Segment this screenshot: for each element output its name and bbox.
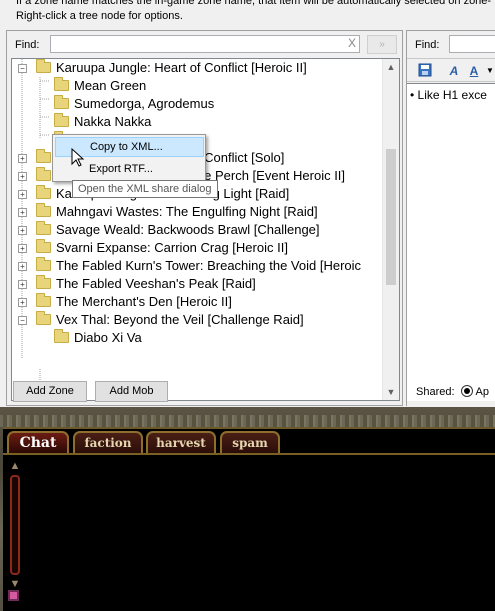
folder-icon: [36, 149, 51, 163]
notes-text: • Like H1 exce: [410, 88, 487, 102]
folder-icon: [54, 113, 69, 127]
expand-icon[interactable]: +: [18, 154, 27, 163]
tree-node[interactable]: − Vex Thal: Beyond the Veil [Challenge Ra…: [12, 311, 384, 329]
instructions-panel: If a zone name matches the in-game zone …: [0, 0, 495, 28]
shared-option-label: Ap: [475, 386, 489, 398]
tab-harvest[interactable]: harvest: [146, 431, 216, 453]
tree-node-label: Karuupa Jungle: Heart of Conflict [Heroi…: [56, 60, 307, 75]
chat-scroll-down-icon[interactable]: ▼: [8, 577, 22, 591]
tab-spam[interactable]: spam: [220, 431, 280, 453]
collapse-icon[interactable]: −: [18, 316, 27, 325]
shared-row: Shared: Ap: [416, 385, 489, 398]
scroll-thumb[interactable]: [386, 149, 396, 285]
notes-panel: Find: A A ▼ • Like H1 exce Shared: Ap: [406, 30, 495, 406]
tree-node[interactable]: + The Fabled Veeshan's Peak [Raid]: [12, 275, 384, 293]
tree-node[interactable]: + Mahngavi Wastes: The Engulfing Night [R…: [12, 203, 384, 221]
folder-icon: [54, 329, 69, 343]
folder-icon: [36, 185, 51, 199]
instructions-line-2: Right-click a tree node for options.: [16, 10, 183, 22]
tree-node[interactable]: Diabo Xi Va: [12, 329, 384, 347]
expand-icon[interactable]: +: [18, 262, 27, 271]
save-icon[interactable]: [417, 63, 433, 79]
tree-node-label: The Merchant's Den [Heroic II]: [56, 294, 232, 309]
collapse-icon[interactable]: −: [18, 64, 27, 73]
zone-tree-panel: Find: X » − Karuupa Jungle: Heart of Conf…: [6, 30, 403, 406]
folder-icon: [36, 311, 51, 325]
tree-node[interactable]: Nakka Nakka: [12, 113, 384, 131]
tree-node-label: Nakka Nakka: [74, 114, 152, 129]
chat-window: Chat faction harvest spam ▲ ▼: [3, 427, 495, 611]
tooltip: Open the XML share dialog: [72, 180, 218, 198]
expand-icon[interactable]: +: [18, 226, 27, 235]
folder-icon: [36, 59, 51, 73]
italic-icon[interactable]: A: [446, 63, 462, 79]
folder-icon: [54, 95, 69, 109]
tree-node-label: Mean Green: [74, 78, 147, 93]
folder-icon: [36, 167, 51, 181]
find-next-button[interactable]: »: [367, 35, 397, 54]
scroll-down-icon[interactable]: ▼: [383, 384, 399, 400]
find-label: Find:: [15, 39, 40, 51]
tree-node[interactable]: Sumedorga, Agrodemus: [12, 95, 384, 113]
folder-icon: [36, 221, 51, 235]
tree-node-label: Vex Thal: Beyond the Veil [Challenge Rai…: [56, 312, 304, 327]
shared-label: Shared:: [416, 386, 455, 398]
notes-find-input[interactable]: [449, 35, 495, 53]
add-mob-button[interactable]: Add Mob: [95, 381, 168, 402]
folder-icon: [36, 257, 51, 271]
mouse-cursor-icon: [71, 148, 85, 167]
expand-icon[interactable]: +: [18, 280, 27, 289]
shared-radio[interactable]: [460, 385, 473, 397]
game-terrain-strip: [0, 415, 495, 427]
expand-icon[interactable]: +: [18, 244, 27, 253]
tab-divider: [3, 453, 495, 455]
tree-node[interactable]: + The Merchant's Den [Heroic II]: [12, 293, 384, 311]
folder-icon: [36, 293, 51, 307]
chevron-down-icon[interactable]: ▼: [482, 63, 495, 79]
expand-icon[interactable]: +: [18, 298, 27, 307]
expand-icon[interactable]: +: [18, 190, 27, 199]
chat-scroll-up-icon[interactable]: ▲: [8, 459, 22, 473]
tree-node-label: The Fabled Kurn's Tower: Breaching the V…: [56, 258, 362, 273]
chat-scroll-track[interactable]: [10, 475, 20, 575]
folder-icon: [36, 239, 51, 253]
tree-node[interactable]: + Svarni Expanse: Carrion Crag [Heroic II…: [12, 239, 384, 257]
expand-icon[interactable]: +: [18, 172, 27, 181]
tab-faction[interactable]: faction: [73, 431, 143, 453]
tree-node[interactable]: Mean Green: [12, 77, 384, 95]
instructions-line-1: If a zone name matches the in-game zone …: [16, 0, 492, 7]
chat-scrollbar[interactable]: ▲ ▼: [8, 459, 22, 593]
clear-icon[interactable]: X: [348, 36, 356, 50]
folder-icon: [54, 77, 69, 91]
tree-scrollbar[interactable]: ▲ ▼: [382, 59, 399, 400]
zone-tree[interactable]: − Karuupa Jungle: Heart of Conflict [Hero…: [11, 58, 400, 401]
tree-node-label: Svarni Expanse: Carrion Crag [Heroic II]: [56, 240, 288, 255]
tree-node[interactable]: − Karuupa Jungle: Heart of Conflict [Hero…: [12, 59, 384, 77]
tree-node-label: Mahngavi Wastes: The Engulfing Night [Ra…: [56, 204, 318, 219]
tree-node-label: Savage Weald: Backwoods Brawl [Challenge…: [56, 222, 320, 237]
rtf-toolbar: A A ▼: [407, 58, 495, 82]
chat-resize-icon[interactable]: [8, 590, 19, 601]
find-input[interactable]: X: [50, 35, 360, 53]
folder-icon: [36, 275, 51, 289]
tree-node-label: The Fabled Veeshan's Peak [Raid]: [56, 276, 256, 291]
expand-icon[interactable]: +: [18, 208, 27, 217]
tree-node[interactable]: + The Fabled Kurn's Tower: Breaching the …: [12, 257, 384, 275]
tab-chat[interactable]: Chat: [7, 431, 69, 453]
notes-find-label: Find:: [415, 39, 440, 51]
folder-icon: [36, 203, 51, 217]
scroll-up-icon[interactable]: ▲: [383, 59, 399, 75]
add-zone-button[interactable]: Add Zone: [13, 381, 87, 402]
tree-node-label: Diabo Xi Va: [74, 330, 142, 345]
notes-editor[interactable]: • Like H1 exce: [407, 83, 495, 401]
font-color-icon[interactable]: A: [466, 63, 482, 79]
tree-node-label: Sumedorga, Agrodemus: [74, 96, 215, 111]
tree-node[interactable]: + Savage Weald: Backwoods Brawl [Challeng…: [12, 221, 384, 239]
